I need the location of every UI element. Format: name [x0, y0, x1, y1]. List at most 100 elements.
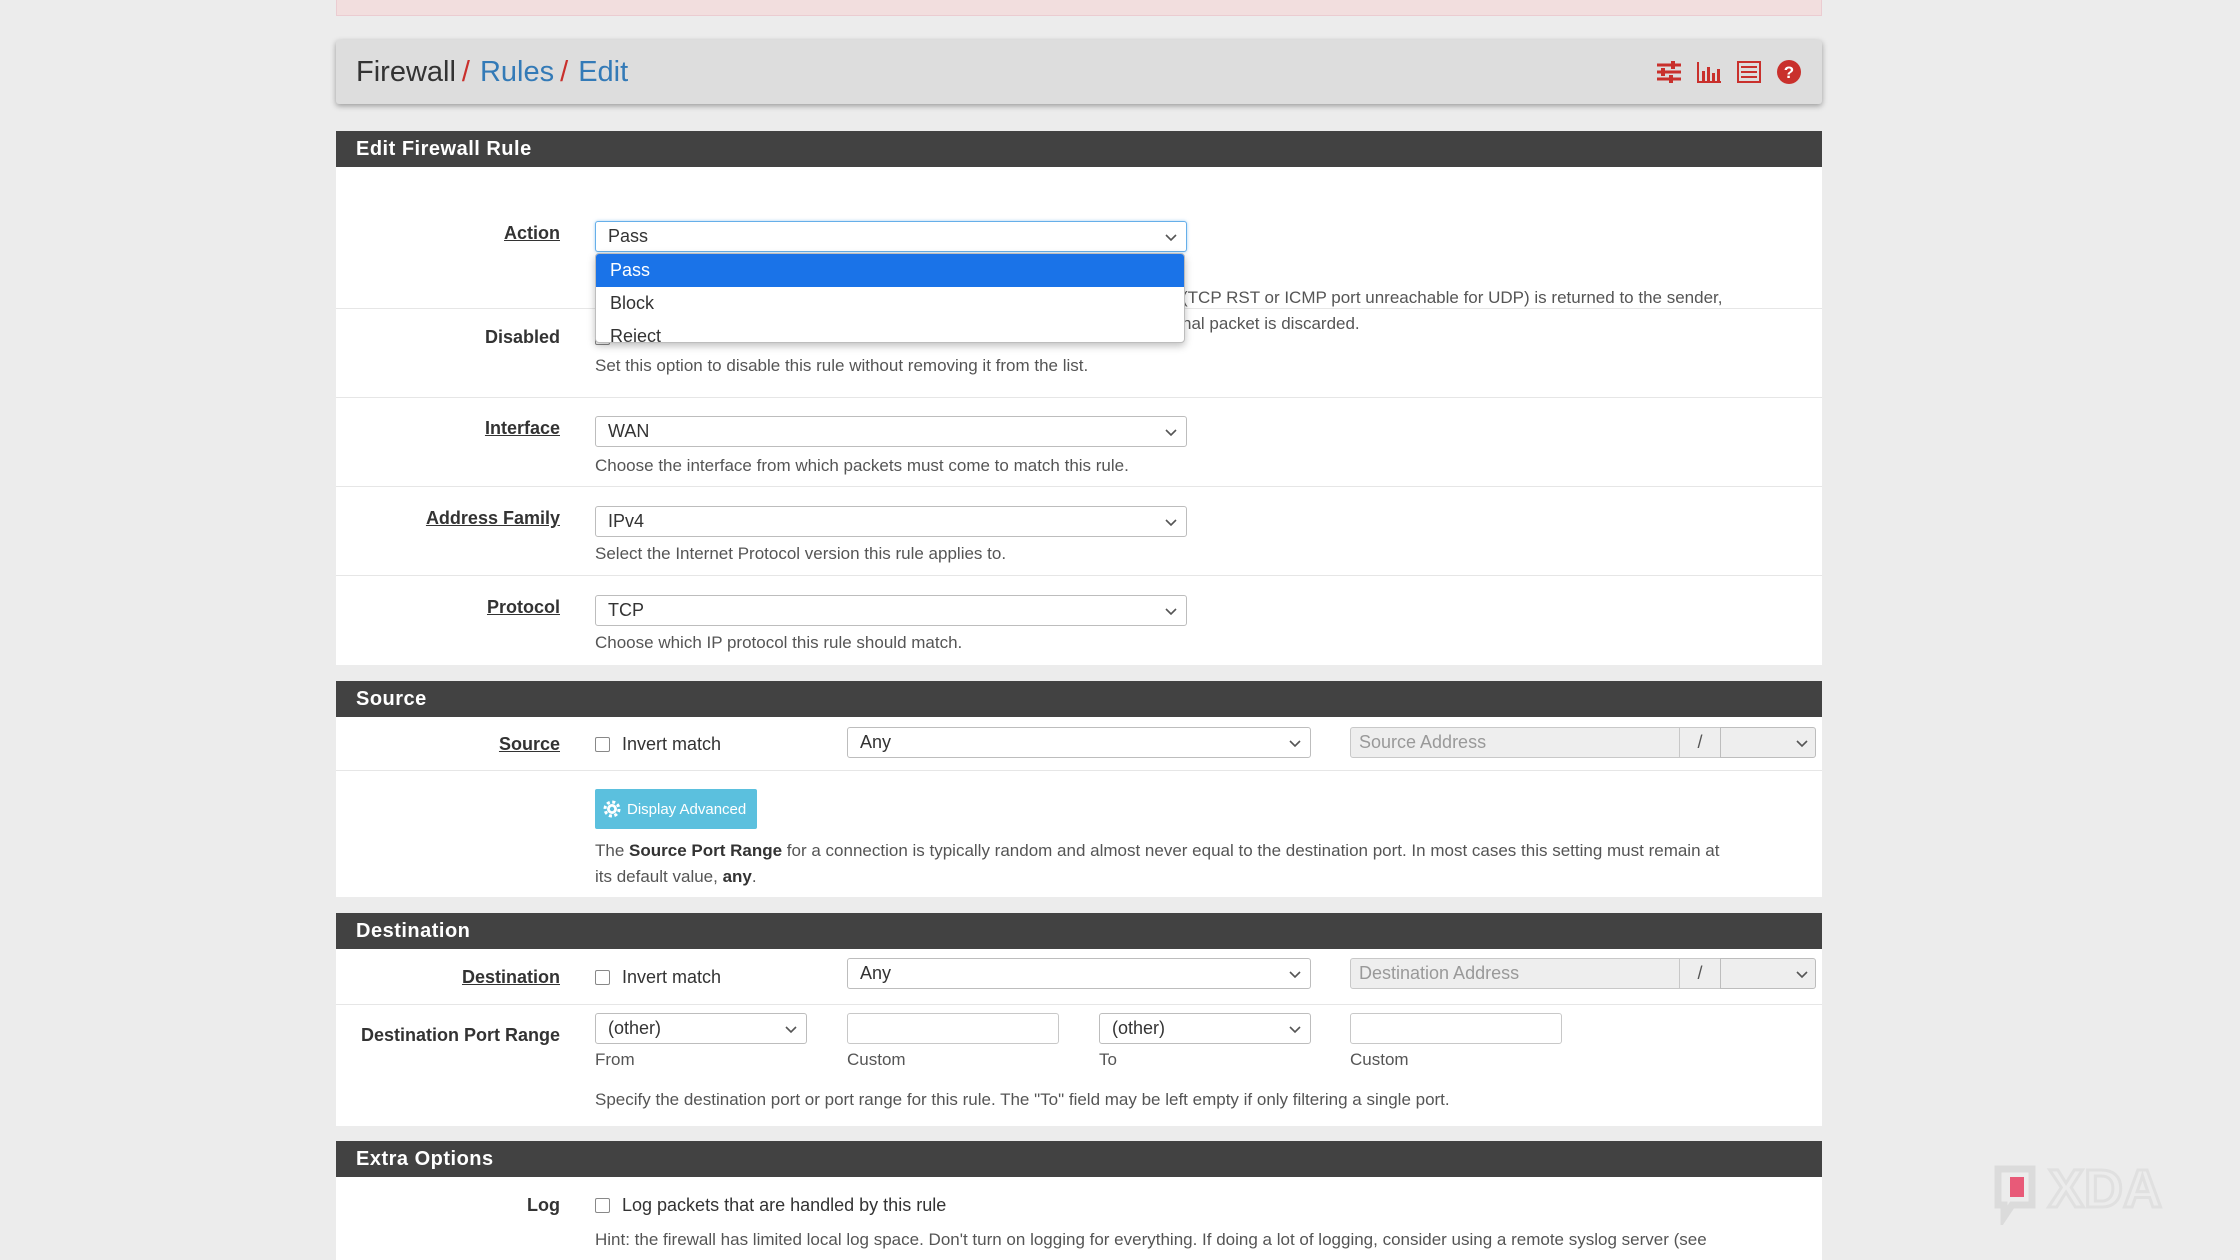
destination-row: Destination Invert match Any Destination…: [336, 949, 1822, 1005]
sliders-icon[interactable]: [1656, 59, 1682, 85]
interface-select-value: WAN: [608, 421, 650, 441]
address-family-help: Select the Internet Protocol version thi…: [595, 544, 1007, 563]
disabled-help: Set this option to disable this rule wit…: [595, 356, 1089, 375]
panel-title: Extra Options: [336, 1141, 1822, 1177]
svg-text:?: ?: [1784, 63, 1794, 82]
source-invert-checkbox[interactable]: Invert match: [595, 734, 721, 755]
chevron-down-icon: [1165, 608, 1177, 616]
breadcrumb-rules-link[interactable]: Rules: [480, 56, 554, 89]
alert-strip: [336, 0, 1822, 16]
chevron-down-icon: [1289, 971, 1301, 979]
port-to-value: (other): [1112, 1018, 1166, 1038]
chevron-down-icon: [1165, 429, 1177, 437]
help-bold: Source Port Range: [629, 841, 783, 860]
chevron-down-icon: [1796, 740, 1808, 748]
action-row: Action Pass (TCP RST or ICMP port unreac…: [336, 167, 1822, 343]
checkbox-label: Log packets that are handled by this rul…: [622, 1195, 947, 1215]
destination-type-select[interactable]: Any: [847, 958, 1311, 989]
breadcrumb-separator: /: [560, 55, 569, 88]
help-text: .: [751, 867, 757, 886]
checkbox-box[interactable]: [595, 970, 610, 985]
checkbox-box[interactable]: [595, 737, 610, 752]
port-to-select[interactable]: (other): [1099, 1013, 1311, 1044]
source-row: Source Invert match Any Source Address /: [336, 717, 1822, 771]
action-help-1: (TCP RST or ICMP port unreachable for UD…: [1182, 288, 1723, 307]
port-from-custom-sublabel: Custom: [847, 1050, 906, 1069]
breadcrumb-edit-link[interactable]: Edit: [578, 56, 628, 89]
panel-title: Destination: [336, 913, 1822, 949]
checkbox-label: Invert match: [622, 967, 722, 987]
destination-mask-select[interactable]: [1720, 958, 1816, 989]
log-label: Log: [527, 1195, 560, 1215]
destination-mask-separator: /: [1680, 958, 1720, 989]
source-mask-select[interactable]: [1720, 727, 1816, 758]
interface-label[interactable]: Interface: [485, 418, 560, 439]
edit-rule-panel: Edit Firewall Rule Action Pass (TCP RST …: [336, 131, 1822, 665]
port-from-select[interactable]: (other): [595, 1013, 807, 1044]
destination-type-value: Any: [860, 963, 892, 983]
action-select-value: Pass: [608, 226, 649, 246]
protocol-label[interactable]: Protocol: [487, 597, 560, 618]
xda-watermark-logo: XDA: [1994, 1158, 2164, 1225]
interface-select[interactable]: WAN: [595, 416, 1187, 447]
action-option-reject[interactable]: Reject: [596, 320, 1184, 342]
address-family-label[interactable]: Address Family: [426, 508, 560, 529]
protocol-row: Protocol TCP Choose which IP protocol th…: [336, 576, 1822, 665]
destination-panel: Destination Destination Invert match Any…: [336, 913, 1822, 1126]
destination-label[interactable]: Destination: [462, 967, 560, 988]
help-text: for a connection is typically random and…: [782, 841, 1720, 860]
list-icon[interactable]: [1736, 59, 1762, 85]
help-icon[interactable]: ?: [1776, 59, 1802, 85]
port-from-custom-input[interactable]: [847, 1013, 1059, 1044]
address-family-select-value: IPv4: [608, 511, 645, 531]
chevron-down-icon: [1796, 971, 1808, 979]
chevron-down-icon: [1165, 519, 1177, 527]
bar-chart-icon[interactable]: [1696, 59, 1722, 85]
xda-watermark-text: XDA: [2048, 1159, 2162, 1219]
source-label[interactable]: Source: [499, 734, 560, 755]
page-header: Firewall / Rules / Edit ?: [336, 40, 1822, 104]
protocol-select[interactable]: TCP: [595, 595, 1187, 626]
action-label[interactable]: Action: [504, 223, 560, 244]
action-dropdown-menu: Pass Block Reject: [595, 253, 1185, 343]
action-option-block[interactable]: Block: [596, 287, 1184, 320]
panel-title: Source: [336, 681, 1822, 717]
chevron-down-icon: [785, 1026, 797, 1034]
destination-invert-checkbox[interactable]: Invert match: [595, 967, 721, 988]
source-type-select[interactable]: Any: [847, 727, 1311, 758]
help-text: its default value,: [595, 867, 723, 886]
port-to-sublabel: To: [1099, 1050, 1117, 1069]
destination-address-input[interactable]: Destination Address: [1350, 958, 1680, 989]
checkbox-box[interactable]: [595, 1198, 610, 1213]
address-family-row: Address Family IPv4 Select the Internet …: [336, 487, 1822, 576]
source-panel: Source Source Invert match Any Source Ad…: [336, 681, 1822, 897]
destination-port-help: Specify the destination port or port ran…: [595, 1090, 1450, 1109]
source-address-input[interactable]: Source Address: [1350, 727, 1680, 758]
gear-icon: [603, 800, 621, 818]
source-port-help: The Source Port Range for a connection i…: [595, 838, 1815, 890]
port-from-sublabel: From: [595, 1050, 635, 1069]
chevron-down-icon: [1289, 1026, 1301, 1034]
address-family-select[interactable]: IPv4: [595, 506, 1187, 537]
log-help: Hint: the firewall has limited local log…: [595, 1230, 1707, 1249]
action-option-pass[interactable]: Pass: [596, 254, 1184, 287]
protocol-help: Choose which IP protocol this rule shoul…: [595, 633, 963, 652]
destination-address-placeholder: Destination Address: [1359, 963, 1520, 983]
action-select[interactable]: Pass: [595, 221, 1187, 252]
disabled-label: Disabled: [484, 327, 560, 347]
destination-port-range-label: Destination Port Range: [360, 1025, 560, 1045]
source-mask-separator: /: [1680, 727, 1720, 758]
source-advanced-row: Display Advanced The Source Port Range f…: [336, 771, 1822, 897]
extra-options-panel: Extra Options Log Log packets that are h…: [336, 1141, 1822, 1260]
display-advanced-label: Display Advanced: [627, 800, 747, 818]
chevron-down-icon: [1289, 740, 1301, 748]
breadcrumb-firewall: Firewall: [356, 55, 456, 88]
port-to-custom-sublabel: Custom: [1350, 1050, 1409, 1069]
source-type-value: Any: [860, 732, 892, 752]
port-to-custom-input[interactable]: [1350, 1013, 1562, 1044]
interface-help: Choose the interface from which packets …: [595, 456, 1129, 475]
checkbox-label: Invert match: [622, 734, 722, 754]
log-packets-checkbox[interactable]: Log packets that are handled by this rul…: [595, 1195, 946, 1216]
display-advanced-button[interactable]: Display Advanced: [595, 789, 757, 829]
chevron-down-icon: [1165, 234, 1177, 242]
